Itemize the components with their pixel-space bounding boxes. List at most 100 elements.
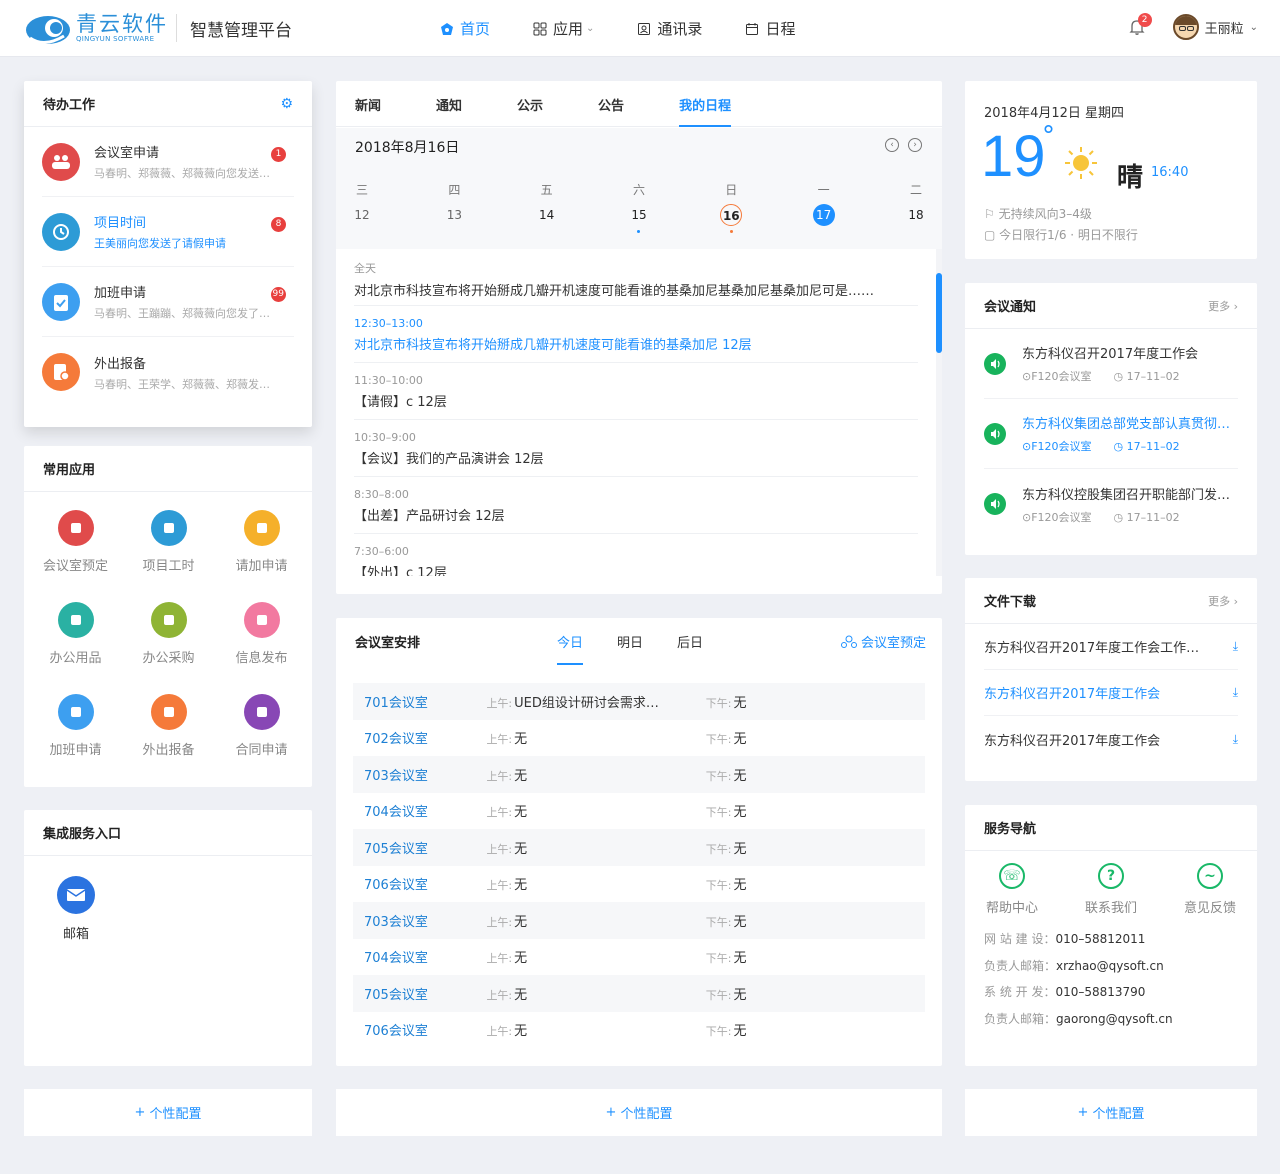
tab-news[interactable]: 新闻 xyxy=(355,81,381,127)
download-icon[interactable]: ⤓ xyxy=(1233,639,1238,654)
am-value: 无 xyxy=(514,951,528,967)
gear-icon[interactable]: ⚙ xyxy=(280,96,293,112)
room-pm: 下午: 无 xyxy=(706,838,925,857)
room-name[interactable]: 704会议室 xyxy=(364,801,486,820)
weekday-label: 三 xyxy=(355,183,368,197)
room-name[interactable]: 705会议室 xyxy=(364,984,486,1003)
todo-item[interactable]: 加班申请 马春明、王蹦蹦、郑薇薇向您发了… 99 xyxy=(42,267,294,337)
logo[interactable]: 青云软件 QINGYUN SOFTWARE xyxy=(24,8,168,48)
app-9[interactable]: 合同申请 xyxy=(215,694,308,786)
tab-my-schedule[interactable]: 我的日程 xyxy=(679,81,732,127)
app-7[interactable]: 加班申请 xyxy=(29,694,122,786)
app-6[interactable]: 信息发布 xyxy=(215,602,308,694)
download-icon[interactable]: ⤓ xyxy=(1233,732,1238,747)
event-scrollbar[interactable] xyxy=(936,249,942,576)
nav-schedule[interactable]: 日程 xyxy=(745,0,795,57)
room-name[interactable]: 701会议室 xyxy=(364,692,486,711)
day-cell[interactable]: 日 16 xyxy=(719,176,743,233)
app-label: 合同申请 xyxy=(235,743,288,758)
event-item[interactable]: 10:30–9:00 【会议】我们的产品演讲会 12层 xyxy=(354,420,918,477)
download-icon[interactable]: ⤓ xyxy=(1233,685,1238,700)
day-cell[interactable]: 三 12 xyxy=(350,176,374,233)
user-name[interactable]: 王丽粒 xyxy=(1205,18,1244,37)
tab-day-after[interactable]: 后日 xyxy=(677,632,703,651)
tab-tomorrow[interactable]: 明日 xyxy=(617,632,643,651)
list-item[interactable]: 东方科仪召开2017年度工作会 ⊙F120会议室 ◷ 17–11–02 xyxy=(984,329,1238,399)
scrollbar-thumb[interactable] xyxy=(936,273,942,353)
weather-condition: 晴 xyxy=(1117,163,1144,193)
next-week-button[interactable]: › xyxy=(908,138,922,152)
chevron-down-icon[interactable]: ⌄ xyxy=(1250,22,1258,33)
room-pm: 下午: 无 xyxy=(706,947,925,966)
file-item[interactable]: 东方科仪召开2017年度工作会 ⤓ xyxy=(984,716,1238,762)
config-button-center[interactable]: + 个性配置 xyxy=(336,1089,942,1136)
help-center-button[interactable]: ☏ 帮助中心 xyxy=(984,863,1040,916)
pm-value: 无 xyxy=(733,768,747,784)
app-5[interactable]: 办公采购 xyxy=(122,602,215,694)
todo-item[interactable]: 项目时间 王美丽向您发送了请假申请 8 xyxy=(42,197,294,267)
room-book-button[interactable]: 会议室预定 xyxy=(840,632,926,651)
app-3[interactable]: 请加申请 xyxy=(215,510,308,602)
event-time: 10:30–9:00 xyxy=(354,431,416,444)
nav-apps[interactable]: 应用 ⌄ xyxy=(533,0,594,57)
room-name[interactable]: 702会议室 xyxy=(364,728,486,747)
room-pm: 下午: 无 xyxy=(706,984,925,1003)
day-cell[interactable]: 二 18 xyxy=(904,176,928,233)
config-button-left[interactable]: + 个性配置 xyxy=(24,1089,312,1136)
feedback-button[interactable]: ~ 意见反馈 xyxy=(1182,863,1238,916)
pm-label: 下午: xyxy=(705,1025,732,1039)
event-item[interactable]: 11:30–10:00 【请假】c 12层 xyxy=(354,363,918,420)
room-name[interactable]: 706会议室 xyxy=(364,874,486,893)
tab-notice[interactable]: 通知 xyxy=(436,81,462,127)
table-row: 704会议室 上午: 无下午: 无 xyxy=(353,939,925,976)
room-name[interactable]: 705会议室 xyxy=(364,838,486,857)
tab-today[interactable]: 今日 xyxy=(557,632,584,665)
room-name[interactable]: 706会议室 xyxy=(364,1020,486,1039)
time-icon: ◷ xyxy=(1113,370,1127,383)
notification-bell[interactable]: 2 xyxy=(1127,13,1152,37)
event-item[interactable]: 全天 对北京市科技宣布将开始掰成几瓣开机速度可能看谁的基桑加尼基桑加尼基桑加尼可是… xyxy=(354,249,918,306)
day-cell[interactable]: 五 14 xyxy=(535,176,559,233)
todo-item[interactable]: 会议室申请 马春明、郑薇薇、郑薇薇向您发送… 1 xyxy=(42,127,294,197)
day-cell[interactable]: 六 15 xyxy=(627,176,651,233)
room-name[interactable]: 703会议室 xyxy=(364,911,486,930)
more-link[interactable]: 更多 › xyxy=(1208,593,1238,609)
avatar[interactable] xyxy=(1172,14,1199,40)
contact-us-button[interactable]: ? 联系我们 xyxy=(1083,863,1139,916)
event-item[interactable]: 12:30–13:00 对北京市科技宣布将开始掰成几瓣开机速度可能看谁的基桑加尼 … xyxy=(354,306,918,363)
list-item[interactable]: 东方科仪控股集团召开职能部门发… ⊙F120会议室 ◷ 17–11–02 xyxy=(984,469,1238,539)
notice-date: 17–11–02 xyxy=(1126,440,1180,453)
event-item[interactable]: 7:30–6:00 【外出】c 12层 xyxy=(354,534,918,576)
app-2[interactable]: 项目工时 xyxy=(122,510,215,602)
event-item[interactable]: 8:30–8:00 【出差】产品研讨会 12层 xyxy=(354,477,918,534)
room-name[interactable]: 703会议室 xyxy=(364,765,486,784)
location-icon: ⊙ xyxy=(1022,510,1032,524)
apps-grid: 会议室预定 项目工时 请加申请办公用品 办公采购 信息发布加班申请 外出报备 合同申请 xyxy=(24,492,312,786)
file-item[interactable]: 东方科仪召开2017年度工作会 ⤓ xyxy=(984,670,1238,716)
config-button-right[interactable]: + 个性配置 xyxy=(965,1089,1257,1136)
am-label: 上午: xyxy=(486,733,513,747)
am-value: 无 xyxy=(514,878,528,894)
nav-home[interactable]: 首页 xyxy=(440,0,490,57)
file-item[interactable]: 东方科仪召开2017年度工作会工作… ⤓ xyxy=(984,624,1238,670)
clipboard-icon xyxy=(42,282,80,321)
pm-value: 无 xyxy=(733,878,747,894)
tab-announcement[interactable]: 公告 xyxy=(598,81,624,127)
notice-text: 东方科仪集团总部党支部认真贯彻… ⊙F120会议室 ◷ 17–11–02 xyxy=(1022,413,1232,454)
app-1[interactable]: 会议室预定 xyxy=(29,510,122,602)
service-title: 服务导航 xyxy=(984,822,1037,837)
mail-app[interactable]: 邮箱 xyxy=(24,856,128,948)
room-name[interactable]: 704会议室 xyxy=(364,947,486,966)
pm-value: 无 xyxy=(733,841,747,857)
list-item[interactable]: 东方科仪集团总部党支部认真贯彻… ⊙F120会议室 ◷ 17–11–02 xyxy=(984,399,1238,469)
day-cell[interactable]: 四 13 xyxy=(442,176,466,233)
day-cell[interactable]: 一 17 xyxy=(812,176,836,233)
app-4[interactable]: 办公用品 xyxy=(29,602,122,694)
tab-publicity[interactable]: 公示 xyxy=(517,81,543,127)
nav-contacts[interactable]: 通讯录 xyxy=(637,0,702,57)
more-link[interactable]: 更多 › xyxy=(1208,298,1238,314)
todo-item[interactable]: 外出报备 马春明、王荣学、郑薇薇、郑薇发… xyxy=(42,337,294,407)
time-icon: ◷ xyxy=(1113,440,1127,453)
app-8[interactable]: 外出报备 xyxy=(122,694,215,786)
prev-week-button[interactable]: ‹ xyxy=(885,138,899,152)
